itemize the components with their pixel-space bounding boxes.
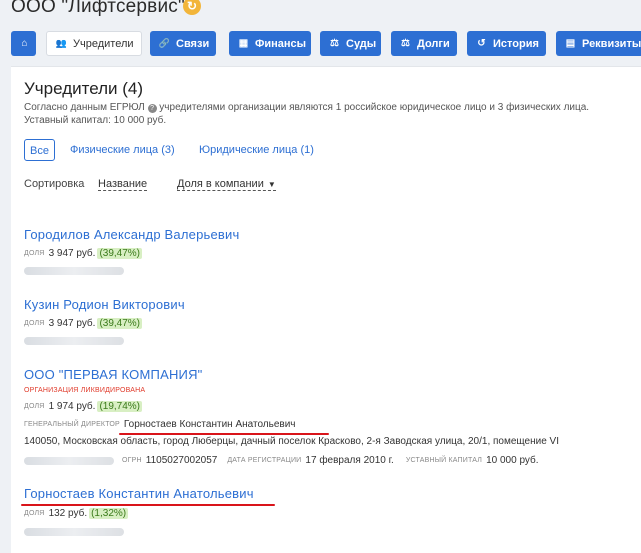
redacted-value: [24, 337, 124, 345]
reg-date-label: дата регистрации: [227, 457, 302, 464]
founder-name-link[interactable]: Кузин Родион Викторович: [24, 297, 185, 312]
redacted-value: [24, 456, 114, 465]
nav-label: Связи: [176, 37, 210, 50]
nav-home-button[interactable]: ⌂: [11, 31, 36, 56]
section-title: Учредители (4): [24, 79, 144, 98]
nav-label: Учредители: [73, 37, 134, 50]
share-amount: 3 947 руб.: [48, 248, 96, 259]
section-description: Согласно данным ЕГРЮЛ ? учредителями орг…: [24, 101, 634, 127]
liquidated-status: организация ликвидирована: [24, 387, 146, 394]
share-percent: (39,47%): [97, 248, 143, 259]
redacted-inn: [24, 528, 124, 536]
founder-share: доля 1 974 руб. (19,74%): [24, 401, 143, 412]
capital-label: уставный капитал: [405, 457, 483, 464]
nav-finance-button[interactable]: ▦ Финансы: [229, 31, 311, 56]
redacted-value: [24, 528, 124, 536]
highlight-underline: [119, 433, 329, 435]
desc-text-before: Согласно данным ЕГРЮЛ: [24, 102, 145, 113]
link-icon: 🔗: [158, 38, 171, 48]
chart-icon: ▦: [238, 38, 249, 49]
users-icon: 👥: [55, 38, 68, 48]
home-icon: ⌂: [21, 38, 28, 49]
filter-legal-link[interactable]: Юридические лица (1): [199, 139, 314, 161]
header: ООО "Лифтсервис" ↻ ⌂ 👥 Учредители 🔗 Связ…: [0, 0, 641, 62]
redacted-inn: [24, 267, 124, 275]
reg-date-value: 17 февраля 2010 г.: [305, 455, 394, 466]
director-row: генеральный директор Горностаев Констант…: [24, 419, 296, 430]
nav-label: История: [493, 37, 539, 50]
company-details-row: огрн 1105027002057 дата регистрации 17 ф…: [24, 455, 539, 466]
highlight-underline: [21, 504, 275, 506]
help-icon[interactable]: ?: [147, 104, 157, 113]
nav-label: Реквизиты: [582, 37, 641, 50]
share-label: доля: [24, 403, 45, 410]
company-address: 140050, Московская область, город Люберц…: [24, 436, 559, 447]
ogrn-label: огрн: [122, 457, 142, 464]
capital-value: 10 000 руб.: [486, 455, 539, 466]
sort-by-name-link[interactable]: Название: [98, 178, 148, 191]
nav-label: Долги: [417, 37, 450, 50]
document-icon: ▤: [565, 38, 576, 49]
share-label: доля: [24, 250, 45, 257]
nav-debts-button[interactable]: ⚖ Долги: [391, 31, 457, 56]
share-amount: 3 947 руб.: [48, 318, 96, 329]
desc-text-after: учредителями организации являются 1 росс…: [159, 102, 590, 113]
nav-courts-button[interactable]: ⚖ Суды: [320, 31, 381, 56]
founders-card: Учредители (4) Согласно данным ЕГРЮЛ ? у…: [11, 66, 641, 553]
nav-requisites-button[interactable]: ▤ Реквизиты: [556, 31, 641, 56]
sort-by-share-link[interactable]: Доля в компании ▼: [177, 178, 276, 191]
nav-links-button[interactable]: 🔗 Связи: [150, 31, 216, 56]
refresh-icon[interactable]: ↻: [183, 0, 201, 15]
gavel-icon: ⚖: [330, 38, 339, 49]
founder-share: доля 3 947 руб. (39,47%): [24, 248, 143, 259]
founder-name-link[interactable]: Горностаев Константин Анатольевич: [24, 486, 254, 501]
sort-label: Сортировка: [24, 178, 85, 190]
founder-share: доля 3 947 руб. (39,47%): [24, 318, 143, 329]
nav-label: Финансы: [255, 37, 307, 50]
nav-label: Суды: [346, 37, 377, 50]
founder-name-link[interactable]: Городилов Александр Валерьевич: [24, 227, 239, 242]
founder-share: доля 132 руб. (1,32%): [24, 508, 129, 519]
company-title: ООО "Лифтсервис": [11, 0, 185, 17]
filter-all-button[interactable]: Все: [24, 139, 55, 161]
history-icon: ↺: [477, 38, 486, 49]
director-name-link[interactable]: Горностаев Константин Анатольевич: [124, 419, 296, 430]
share-percent: (19,74%): [97, 401, 143, 412]
share-percent: (1,32%): [89, 508, 129, 519]
capital-text: Уставный капитал: 10 000 руб.: [24, 115, 167, 126]
nav-founders-tab[interactable]: 👥 Учредители: [46, 31, 142, 56]
redacted-value: [24, 267, 124, 275]
founder-name-link[interactable]: ООО "ПЕРВАЯ КОМПАНИЯ": [24, 367, 202, 382]
share-label: доля: [24, 510, 45, 517]
sort-by-share-label: Доля в компании: [177, 178, 264, 190]
scales-icon: ⚖: [401, 38, 410, 49]
share-amount: 1 974 руб.: [48, 401, 96, 412]
share-label: доля: [24, 320, 45, 327]
filter-individuals-link[interactable]: Физические лица (3): [70, 139, 175, 161]
share-percent: (39,47%): [97, 318, 143, 329]
redacted-inn: [24, 337, 124, 345]
caret-down-icon: ▼: [267, 180, 276, 189]
share-amount: 132 руб.: [48, 508, 88, 519]
nav-history-button[interactable]: ↺ История: [467, 31, 546, 56]
director-label: генеральный директор: [24, 421, 120, 428]
ogrn-value: 1105027002057: [145, 455, 218, 466]
